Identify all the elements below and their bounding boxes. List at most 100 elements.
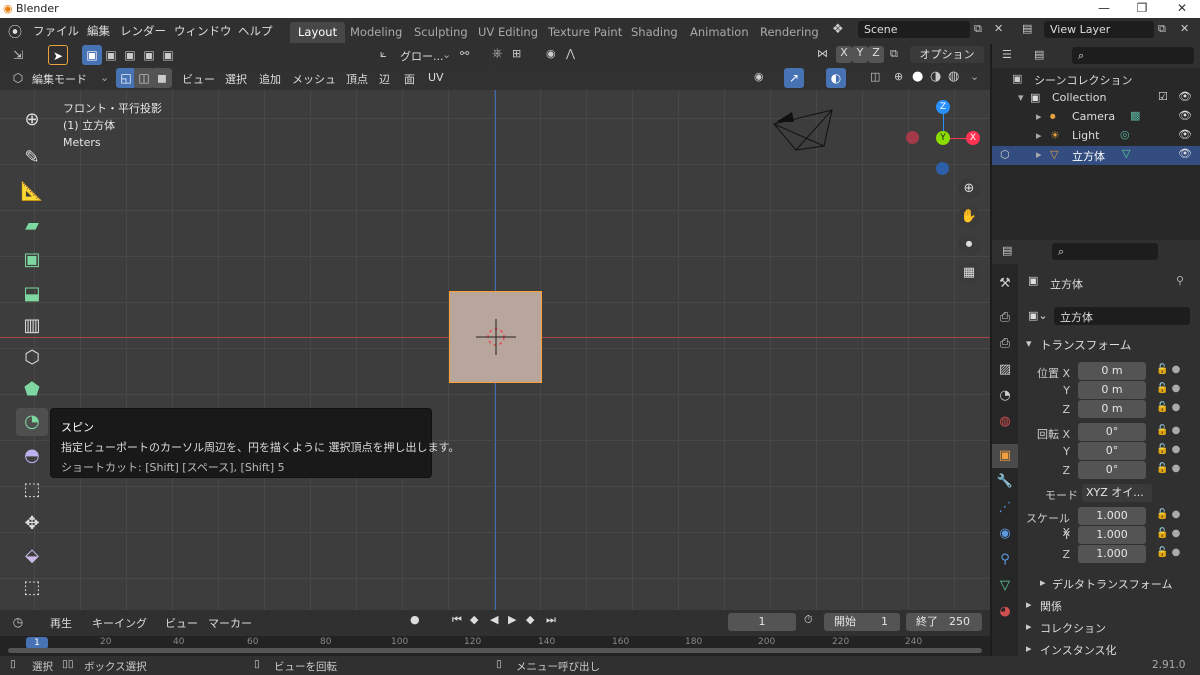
outliner-editor-icon[interactable]: ☰ [1002, 48, 1012, 61]
menu-edit[interactable]: 編集 [87, 23, 110, 39]
object-name-field[interactable]: 立方体 [1054, 307, 1190, 325]
play-icon[interactable]: ▶ [508, 613, 516, 626]
3d-cursor-icon[interactable] [476, 319, 516, 359]
select-tool-icon[interactable]: ➤ [48, 45, 68, 65]
scale-z-field[interactable]: 1.000 [1078, 545, 1146, 563]
shrink-fatten-tool-icon[interactable]: ✥ [16, 510, 48, 538]
scale-x-field[interactable]: 1.000 [1078, 507, 1146, 525]
visibility-eye-icon[interactable]: ◉ [754, 70, 764, 83]
gizmo-x-axis[interactable]: X [966, 131, 980, 145]
face-select-icon[interactable]: ◼ [152, 68, 172, 88]
menu-timeline-view[interactable]: ビュー [165, 615, 198, 631]
next-keyframe-icon[interactable]: ◆ [526, 613, 534, 626]
solid-shading-icon[interactable]: ● [912, 69, 923, 84]
snap-icon[interactable]: ⎈ [492, 46, 502, 61]
edge-slide-tool-icon[interactable]: ⬚ [16, 476, 48, 504]
menu-uv[interactable]: UV [428, 71, 444, 84]
wireframe-shading-icon[interactable]: ⊕ [894, 70, 903, 83]
proportional-edit-icon[interactable]: ◉ [546, 47, 556, 60]
delta-transform-panel[interactable]: デルタトランスフォーム [1052, 576, 1172, 592]
options-dropdown[interactable]: オプション [910, 46, 984, 63]
view-layer-icon[interactable]: ▤ [1022, 22, 1032, 35]
3d-viewport[interactable]: ⬡ 編集モード ⌄ ◱ ◫ ◼ ビュー 選択 追加 メッシュ 頂点 辺 面 UV… [0, 66, 990, 610]
stopwatch-icon[interactable]: ⏱ [804, 613, 813, 627]
menu-window[interactable]: ウィンドウ [174, 23, 232, 39]
inset-tool-icon[interactable]: ▣ [16, 246, 48, 274]
rendered-shading-icon[interactable]: ◍ [948, 69, 959, 84]
eye-icon[interactable]: 👁 [1178, 90, 1192, 103]
outliner-collection[interactable]: ▾ ▣ Collection ☑ 👁 [992, 89, 1200, 108]
edit-mode-icon[interactable]: ⬡ [8, 68, 28, 88]
location-y-field[interactable]: 0 m [1078, 381, 1146, 399]
spin-tool-icon[interactable]: ◔ [16, 408, 48, 436]
select-mode-invert-icon[interactable]: ▣ [139, 45, 159, 65]
shear-tool-icon[interactable]: ⬙ [16, 542, 48, 570]
mirror-x-toggle[interactable]: X [836, 46, 852, 63]
menu-face[interactable]: 面 [404, 71, 415, 87]
select-mode-intersect-icon[interactable]: ▣ [158, 45, 178, 65]
tab-texture-paint[interactable]: Texture Paint [540, 22, 630, 43]
menu-add[interactable]: 追加 [259, 71, 281, 87]
select-mode-new-icon[interactable]: ▣ [82, 45, 102, 65]
jump-start-icon[interactable]: ⏮ [452, 613, 462, 627]
eye-icon[interactable]: 👁 [1178, 109, 1192, 122]
mirror-z-toggle[interactable]: Z [868, 46, 884, 63]
camera-data-icon[interactable]: ▩ [1130, 109, 1140, 122]
snap-target-icon[interactable]: ⊞ [512, 47, 521, 60]
frame-end-field[interactable]: 終了 250 [906, 613, 982, 631]
measure-tool-icon[interactable]: 📐 [16, 178, 48, 206]
tab-shading[interactable]: Shading [623, 22, 686, 43]
tab-layout[interactable]: Layout [290, 22, 346, 43]
edge-select-icon[interactable]: ◫ [134, 68, 154, 88]
modifier-tab-icon[interactable]: 🔧 [992, 470, 1018, 494]
current-frame-field[interactable]: 1 [728, 613, 796, 631]
blender-menu-icon[interactable]: ⦿ [8, 22, 22, 42]
menu-select[interactable]: 選択 [225, 71, 247, 87]
expand-arrow-icon[interactable]: ▾ [1018, 91, 1024, 104]
menu-vertex[interactable]: 頂点 [346, 71, 368, 87]
edit-mode-icon[interactable]: ⬡ [1000, 148, 1010, 161]
lock-icon[interactable]: 🔓 ● [1156, 463, 1180, 474]
frame-start-field[interactable]: 開始 1 [824, 613, 900, 631]
lock-icon[interactable]: 🔓 ● [1156, 509, 1180, 520]
menu-edge[interactable]: 辺 [379, 71, 390, 87]
object-browse-icon[interactable]: ▣⌄ [1028, 309, 1048, 322]
properties-search-input[interactable]: ⌕ [1052, 243, 1158, 260]
menu-view[interactable]: ビュー [182, 71, 215, 87]
panel-expand-icon[interactable]: ▸ [1026, 598, 1032, 611]
new-scene-icon[interactable]: ⧉ [974, 22, 982, 36]
panel-collapse-icon[interactable]: ▾ [1026, 337, 1032, 350]
location-x-field[interactable]: 0 m [1078, 362, 1146, 380]
gizmo-toggle-icon[interactable]: ↗ [784, 68, 804, 88]
close-button[interactable]: ✕ [1166, 1, 1198, 15]
pin-icon[interactable]: ⚲ [1176, 274, 1184, 287]
camera-object-icon[interactable] [770, 106, 836, 152]
location-z-field[interactable]: 0 m [1078, 400, 1146, 418]
tab-rendering[interactable]: Rendering [752, 22, 827, 43]
transform-tool-icon[interactable]: ⊕ [16, 106, 48, 134]
pivot-point-icon[interactable]: ⚯ [460, 47, 469, 60]
extrude-tool-icon[interactable]: ▰ [16, 212, 48, 240]
mesh-data-icon[interactable]: ▽ [1122, 147, 1130, 160]
lock-icon[interactable]: 🔓 ● [1156, 383, 1180, 394]
timeline-editor-icon[interactable]: ◷ [8, 612, 28, 632]
eye-icon[interactable]: 👁 [1178, 147, 1192, 160]
new-view-layer-icon[interactable]: ⧉ [1158, 22, 1166, 36]
menu-marker[interactable]: マーカー [208, 615, 252, 631]
outliner-item-light[interactable]: ▸ ☀ Light ◎ 👁 [992, 127, 1200, 146]
view-layer-field[interactable]: View Layer [1044, 21, 1154, 38]
expand-arrow-icon[interactable]: ▸ [1036, 129, 1042, 142]
lock-icon[interactable]: 🔓 ● [1156, 528, 1180, 539]
object-tab-icon[interactable]: ▣ [992, 444, 1018, 468]
vertex-select-icon[interactable]: ◱ [116, 68, 136, 88]
menu-help[interactable]: ヘルプ [238, 23, 273, 39]
eye-icon[interactable]: 👁 [1178, 128, 1192, 141]
editor-type-icon[interactable]: ⇲ [8, 45, 28, 65]
timeline-scrollbar[interactable] [8, 648, 982, 653]
menu-keying[interactable]: キーイング [92, 615, 147, 631]
loop-cut-tool-icon[interactable]: ▥ [16, 312, 48, 340]
annotate-tool-icon[interactable]: ✎ [16, 144, 48, 172]
properties-editor-icon[interactable]: ▤ [1002, 244, 1012, 257]
gizmo-z-axis[interactable]: Z [936, 100, 950, 114]
gizmo-neg-z-axis[interactable] [936, 162, 949, 175]
